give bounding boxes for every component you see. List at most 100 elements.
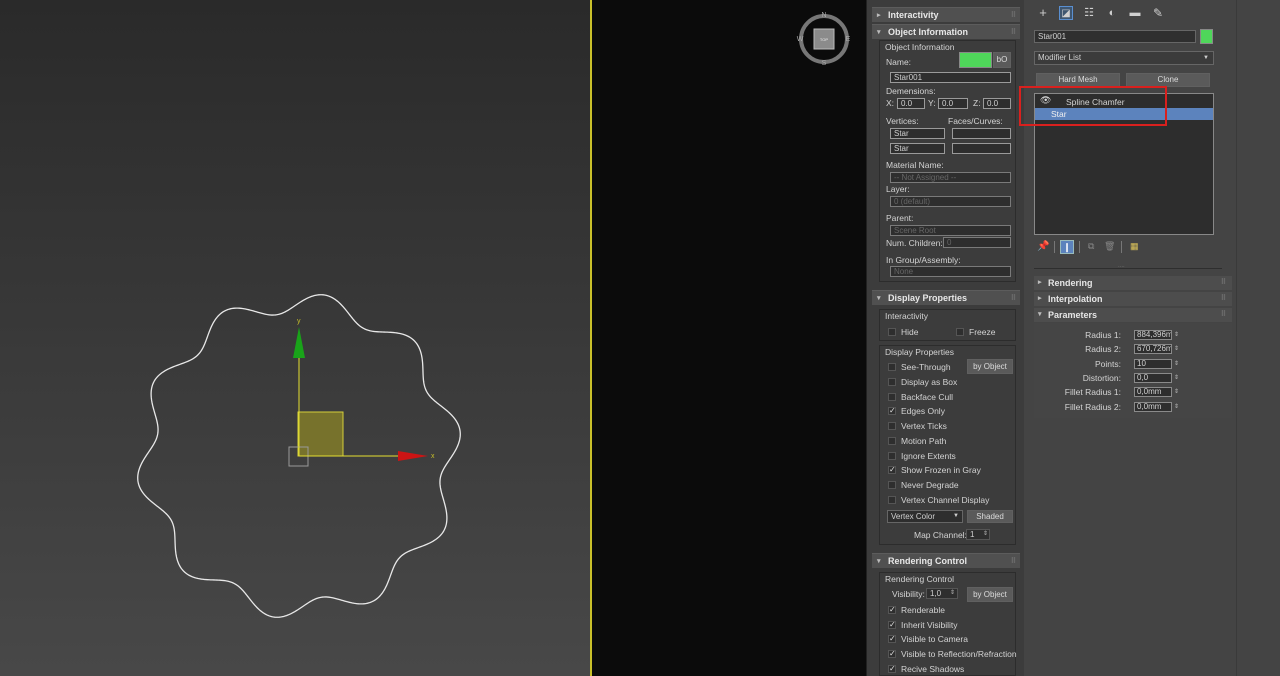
hide-checkbox[interactable] [888, 328, 896, 336]
param-field[interactable]: 670,726mi [1134, 344, 1172, 354]
rollup-object-information[interactable]: ▾ Object Information ⠿ [872, 24, 1020, 39]
vertex-ticks-checkbox[interactable] [888, 422, 896, 430]
modify-tab-icon[interactable]: ◪ [1059, 6, 1073, 20]
shaded-button[interactable]: Shaded [967, 510, 1013, 523]
modifier-list-dropdown[interactable]: Modifier List ▼ [1034, 51, 1214, 65]
layer-field[interactable]: 0 (default) [890, 196, 1011, 207]
vertex-color-dropdown[interactable]: Vertex Color ▼ [887, 510, 963, 523]
param-field[interactable]: 0,0mm [1134, 387, 1172, 397]
spinner-icon[interactable]: ⇕ [1174, 388, 1179, 395]
clone-button[interactable]: Clone [1126, 73, 1210, 87]
vertex-channel-display-checkbox[interactable] [888, 496, 896, 504]
parent-field[interactable]: Scene Root [890, 225, 1011, 236]
drag-handle-icon[interactable]: ⠿ [1221, 276, 1226, 290]
param-field[interactable]: 0,0 [1134, 373, 1172, 383]
renderable-checkbox[interactable]: ✓ [888, 606, 896, 614]
dimension-x-field[interactable]: 0.0 [897, 98, 925, 109]
x-label: X: [886, 98, 895, 108]
vertex-ticks-label: Vertex Ticks [901, 421, 947, 431]
make-unique-icon[interactable]: ⧉ [1088, 241, 1094, 252]
configure-modifier-sets-icon[interactable]: ▦ [1130, 241, 1139, 252]
see-through-checkbox[interactable] [888, 363, 896, 371]
never-degrade-checkbox[interactable] [888, 481, 896, 489]
visible-to-reflection-checkbox[interactable]: ✓ [888, 650, 896, 658]
rollup-display-properties[interactable]: ▾ Display Properties ⠿ [872, 290, 1020, 305]
object-color-swatch[interactable] [1200, 29, 1213, 44]
group-assembly-field[interactable]: None [890, 266, 1011, 277]
group-title: Interactivity [885, 311, 928, 321]
utilities-tab-icon[interactable]: ✎ [1151, 6, 1165, 20]
spinner-icon[interactable]: ⇕ [1174, 360, 1179, 367]
param-label: Fillet Radius 2: [1064, 402, 1121, 412]
spinner-icon[interactable]: ⇕ [1174, 403, 1179, 410]
drag-handle-icon[interactable]: ⠿ [1221, 308, 1226, 322]
param-field[interactable]: 0,0mm [1134, 402, 1172, 412]
spinner-icon[interactable]: ⇕ [1174, 374, 1179, 381]
receive-shadows-checkbox[interactable]: ✓ [888, 665, 896, 673]
drag-handle-icon[interactable]: ⠿ [1011, 8, 1016, 23]
param-field[interactable]: 884,396mi [1134, 330, 1172, 340]
vertices-field-2[interactable]: Star [890, 143, 945, 154]
never-degrade-label: Never Degrade [901, 480, 959, 490]
spinner-icon[interactable]: ⇕ [1174, 345, 1179, 352]
viewcube[interactable]: TOP N S E W [592, 0, 866, 676]
edges-only-checkbox[interactable]: ✓ [888, 407, 896, 415]
hierarchy-tab-icon[interactable]: ☷ [1082, 6, 1096, 20]
object-info-group: Object Information Name: bO Star001 Deme… [879, 40, 1016, 282]
viewport-top[interactable]: y x [0, 0, 590, 676]
collapse-arrow-icon: ▸ [877, 12, 881, 19]
parameters-group: Radius 1: 884,396mi ⇕ Radius 2: 670,726m… [1034, 323, 1232, 418]
render-by-object-button[interactable]: by Object [967, 587, 1013, 602]
trash-icon[interactable]: 🗑 [1104, 241, 1115, 252]
drag-handle-icon[interactable]: ⠿ [1011, 291, 1016, 306]
rollup-parameters[interactable]: ▾ Parameters ⠿ [1034, 308, 1232, 322]
rollup-rendering-control[interactable]: ▾ Rendering Control ⠿ [872, 553, 1020, 568]
create-tab-icon[interactable]: + [1036, 6, 1050, 20]
drag-handle-icon[interactable]: ⠿ [1221, 292, 1226, 306]
motion-path-checkbox[interactable] [888, 437, 896, 445]
param-field[interactable]: 10 [1134, 359, 1172, 369]
rollup-interactivity[interactable]: ▸ Interactivity ⠿ [872, 7, 1020, 22]
vertices-label: Vertices: [886, 116, 919, 126]
drag-handle-icon[interactable]: ⠿ [1011, 554, 1016, 569]
name-toggle-button[interactable]: bO [993, 52, 1011, 68]
ignore-extents-checkbox[interactable] [888, 452, 896, 460]
children-field[interactable]: 0 [943, 237, 1011, 248]
pin-stack-icon[interactable]: 📌 [1037, 241, 1049, 252]
material-field[interactable]: -- Not Assigned -- [890, 172, 1011, 183]
inherit-visibility-checkbox[interactable]: ✓ [888, 621, 896, 629]
rollup-rendering[interactable]: ▸ Rendering ⠿ [1034, 276, 1232, 290]
rollup-interpolation[interactable]: ▸ Interpolation ⠿ [1034, 292, 1232, 306]
dimension-z-field[interactable]: 0.0 [983, 98, 1011, 109]
object-name-input[interactable]: Star001 [1034, 30, 1196, 43]
freeze-checkbox[interactable] [956, 328, 964, 336]
faces-field-1[interactable] [952, 128, 1011, 139]
dimension-y-field[interactable]: 0.0 [938, 98, 968, 109]
backface-cull-checkbox[interactable] [888, 393, 896, 401]
spinner-icon[interactable]: ⇕ [983, 530, 988, 537]
visible-to-camera-checkbox[interactable]: ✓ [888, 635, 896, 643]
spinner-icon[interactable]: ⇕ [1174, 331, 1179, 338]
name-input[interactable]: Star001 [890, 72, 1011, 83]
visible-to-reflection-label: Visible to Reflection/Refraction [901, 649, 1017, 659]
gizmo-y-arrow[interactable] [293, 327, 305, 358]
display-by-object-button[interactable]: by Object [967, 359, 1013, 374]
viewport-perspective[interactable]: TOP N S E W [592, 0, 866, 676]
motion-tab-icon[interactable]: ◐ [1105, 6, 1119, 20]
drag-handle-icon[interactable]: ⠿ [1011, 25, 1016, 40]
motion-path-label: Motion Path [901, 436, 947, 446]
object-color-swatch[interactable] [959, 52, 992, 68]
faces-field-2[interactable] [952, 143, 1011, 154]
hard-mesh-button[interactable]: Hard Mesh [1036, 73, 1120, 87]
display-as-box-checkbox[interactable] [888, 378, 896, 386]
object-properties-panel: ▸ Interactivity ⠿ ▾ Object Information ⠿… [866, 0, 1024, 676]
gizmo-x-arrow[interactable] [398, 451, 428, 461]
rollup-title: Rendering [1048, 278, 1093, 288]
gizmo-x-label: x [431, 453, 435, 460]
show-frozen-gray-checkbox[interactable]: ✓ [888, 466, 896, 474]
show-end-result-icon[interactable]: ❙ [1060, 240, 1074, 254]
spinner-icon[interactable]: ⇕ [950, 589, 955, 596]
vertices-field-1[interactable]: Star [890, 128, 945, 139]
display-tab-icon[interactable]: ▬ [1128, 6, 1142, 20]
panel-grip-icon[interactable]: ∙∙∙∙ [1118, 264, 1125, 270]
